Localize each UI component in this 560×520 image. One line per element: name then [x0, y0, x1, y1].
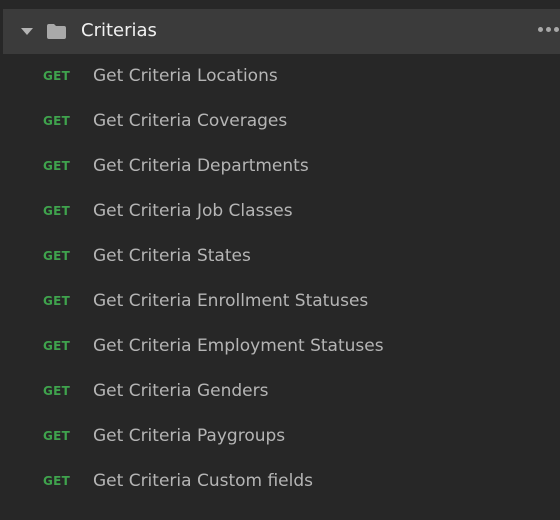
request-item[interactable]: GET Get Criteria Coverages	[0, 99, 560, 144]
method-badge: GET	[43, 339, 71, 353]
folder-name: Criterias	[81, 20, 157, 41]
method-badge: GET	[43, 249, 71, 263]
request-list: GET Get Criteria Locations GET Get Criteria…	[0, 54, 560, 504]
request-item[interactable]: GET Get Criteria Departments	[0, 144, 560, 189]
request-name: Get Criteria Coverages	[93, 111, 288, 131]
more-horizontal-icon[interactable]	[538, 27, 559, 32]
method-badge: GET	[43, 204, 71, 218]
request-item[interactable]: GET Get Criteria Enrollment Statuses	[0, 279, 560, 324]
request-name: Get Criteria States	[93, 246, 251, 266]
request-name: Get Criteria Locations	[93, 66, 278, 86]
folder-criterias[interactable]: Criterias	[3, 9, 560, 54]
method-badge: GET	[43, 69, 71, 83]
method-badge: GET	[43, 159, 71, 173]
request-name: Get Criteria Departments	[93, 156, 309, 176]
caret-down-icon[interactable]	[21, 28, 33, 35]
method-badge: GET	[43, 429, 71, 443]
request-name: Get Criteria Enrollment Statuses	[93, 291, 369, 311]
request-name: Get Criteria Paygroups	[93, 426, 286, 446]
request-name: Get Criteria Genders	[93, 381, 269, 401]
request-item[interactable]: GET Get Criteria Employment Statuses	[0, 324, 560, 369]
method-badge: GET	[43, 384, 71, 398]
request-item[interactable]: GET Get Criteria Genders	[0, 369, 560, 414]
method-badge: GET	[43, 114, 71, 128]
collection-sidebar: Criterias GET Get Criteria Locations GET Ge…	[0, 0, 560, 520]
request-item[interactable]: GET Get Criteria Paygroups	[0, 414, 560, 459]
request-item[interactable]: GET Get Criteria Job Classes	[0, 189, 560, 234]
request-item[interactable]: GET Get Criteria States	[0, 234, 560, 279]
request-item[interactable]: GET Get Criteria Custom fields	[0, 459, 560, 504]
request-name: Get Criteria Employment Statuses	[93, 336, 384, 356]
request-name: Get Criteria Custom fields	[93, 471, 314, 491]
folder-icon	[47, 24, 66, 39]
method-badge: GET	[43, 294, 71, 308]
method-badge: GET	[43, 474, 71, 488]
request-item[interactable]: GET Get Criteria Locations	[0, 54, 560, 99]
request-name: Get Criteria Job Classes	[93, 201, 293, 221]
